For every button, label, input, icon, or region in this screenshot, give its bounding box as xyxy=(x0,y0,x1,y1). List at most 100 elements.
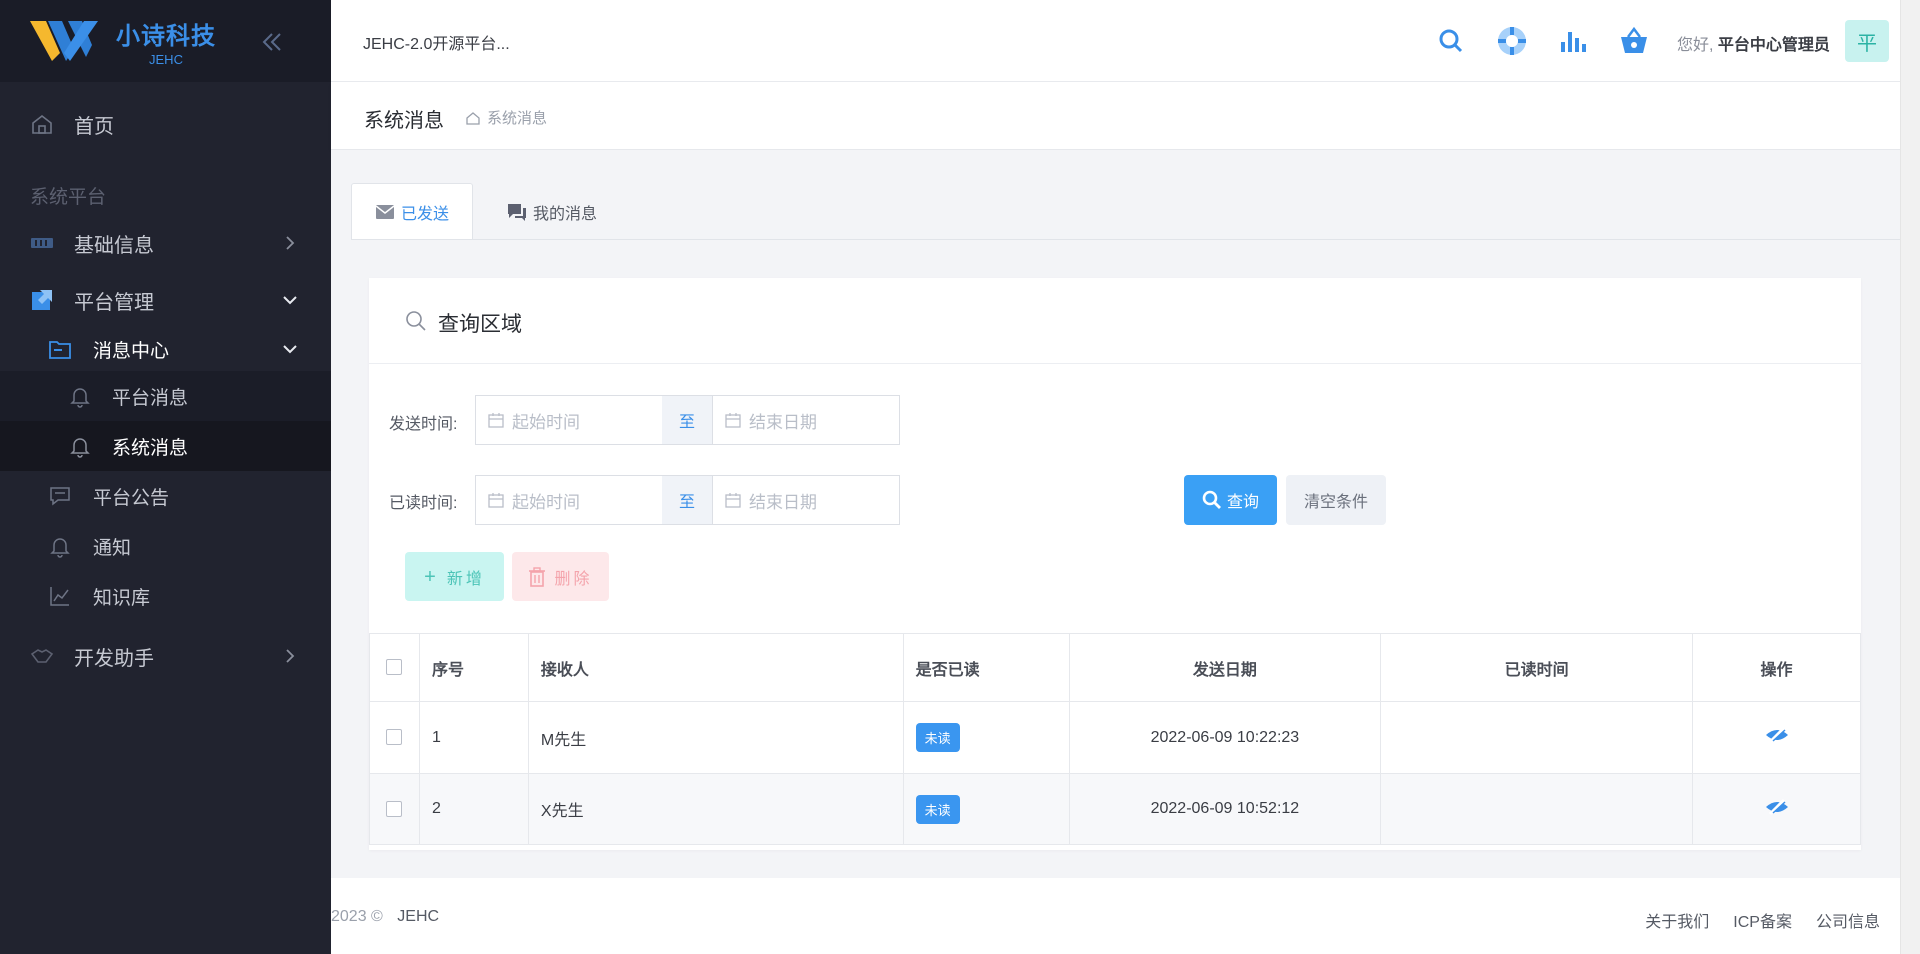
footer-link-about[interactable]: 关于我们 xyxy=(1645,908,1709,932)
external-link-icon xyxy=(32,290,52,310)
sidebar-item-platform-notice[interactable]: 平台公告 xyxy=(0,479,331,513)
brand-logo-icon xyxy=(30,21,98,61)
sidebar-item-basic-info[interactable]: 基础信息 xyxy=(0,225,331,261)
footer-links: 关于我们 ICP备案 公司信息 xyxy=(1645,908,1880,932)
sidebar-section-title: 系统平台 xyxy=(30,187,107,208)
logo-bar: 小诗科技 JEHC xyxy=(0,0,331,82)
tab-sent[interactable]: 已发送 xyxy=(351,183,473,240)
trash-icon xyxy=(529,566,546,587)
copyright: 2023 © JEHC xyxy=(331,908,439,926)
row-status-cell: 未读 xyxy=(902,773,1070,845)
sidebar-item-label: 平台公告 xyxy=(93,487,170,509)
read-end-date-input[interactable]: 结束日期 xyxy=(712,475,900,525)
sidebar-item-knowledge-base[interactable]: 知识库 xyxy=(0,579,331,613)
row-status-cell: 未读 xyxy=(902,701,1070,774)
collapse-sidebar-button[interactable] xyxy=(258,28,286,56)
bell-icon xyxy=(70,438,90,458)
placeholder: 起始时间 xyxy=(512,412,580,432)
add-button-label: 新增 xyxy=(446,570,485,588)
handshake-icon xyxy=(30,649,54,663)
brand-text: 小诗科技 JEHC xyxy=(116,16,216,67)
row-send-date: 2022-06-09 10:22:23 xyxy=(1068,701,1382,774)
avatar[interactable]: 平 xyxy=(1845,20,1889,62)
bell-icon xyxy=(70,388,90,408)
chevron-down-icon xyxy=(283,296,297,305)
greeting-text: 您好, xyxy=(1677,37,1714,54)
chevron-right-icon xyxy=(286,236,295,250)
double-chevron-left-icon xyxy=(262,33,281,51)
main-content: 已发送 我的消息 查询区域 发送时间: 起始时间 至 结束日期 已读时间: 起始… xyxy=(331,150,1900,878)
row-receiver: M先生 xyxy=(527,701,904,774)
status-badge: 未读 xyxy=(915,723,960,752)
calendar-icon xyxy=(488,493,504,508)
sidebar-item-home[interactable]: 首页 xyxy=(0,106,331,142)
help-ring-icon[interactable] xyxy=(1495,24,1529,58)
select-all-checkbox[interactable] xyxy=(386,659,403,676)
column-header-read[interactable]: 是否已读 xyxy=(902,633,1070,702)
grid-bar-icon xyxy=(31,238,53,248)
footer-link-icp[interactable]: ICP备案 xyxy=(1733,908,1792,932)
column-header-no[interactable]: 序号 xyxy=(418,633,529,702)
table-header-row: 序号 接收人 是否已读 发送日期 已读时间 操作 xyxy=(369,633,1861,702)
date-range-separator: 至 xyxy=(662,475,712,525)
table-row: 2 X先生 未读 2022-06-09 10:52:12 xyxy=(369,773,1861,845)
send-start-date-input[interactable]: 起始时间 xyxy=(475,395,663,445)
eye-off-icon[interactable] xyxy=(1764,725,1790,745)
clear-conditions-button[interactable]: 清空条件 xyxy=(1286,475,1386,525)
placeholder: 结束日期 xyxy=(749,492,817,512)
send-end-date-input[interactable]: 结束日期 xyxy=(712,395,900,445)
column-header-send-date[interactable]: 发送日期 xyxy=(1068,633,1382,702)
query-card: 查询区域 发送时间: 起始时间 至 结束日期 已读时间: 起始时间 至 结束日期… xyxy=(369,278,1861,850)
folder-icon xyxy=(49,341,71,359)
sidebar-item-message-center[interactable]: 消息中心 xyxy=(0,331,331,367)
calendar-icon xyxy=(725,413,741,428)
sidebar-item-label: 消息中心 xyxy=(93,340,170,362)
row-no: 2 xyxy=(418,773,529,845)
home-icon[interactable] xyxy=(465,110,481,126)
query-area-title: 查询区域 xyxy=(438,313,522,336)
column-header-actions: 操作 xyxy=(1692,633,1861,702)
row-select-cell xyxy=(369,773,420,845)
sidebar-item-platform-message[interactable]: 平台消息 xyxy=(0,379,331,413)
top-bar: JEHC-2.0开源平台... 您好, 平台中心管理员 平 xyxy=(331,0,1900,82)
calendar-icon xyxy=(488,413,504,428)
row-checkbox[interactable] xyxy=(386,800,403,817)
search-icon xyxy=(1202,490,1221,509)
app-title: JEHC-2.0开源平台... xyxy=(363,36,510,53)
footer-link-company[interactable]: 公司信息 xyxy=(1816,908,1880,932)
column-header-read-time[interactable]: 已读时间 xyxy=(1380,633,1694,702)
row-checkbox[interactable] xyxy=(386,729,403,746)
user-greeting: 您好, 平台中心管理员 xyxy=(1677,31,1830,55)
row-actions-cell xyxy=(1692,701,1861,774)
eye-off-icon[interactable] xyxy=(1764,797,1790,817)
copyright-company[interactable]: JEHC xyxy=(397,908,439,925)
sidebar-item-label: 首页 xyxy=(74,115,114,138)
tab-my-messages[interactable]: 我的消息 xyxy=(491,183,613,240)
row-select-cell xyxy=(369,701,420,774)
placeholder: 起始时间 xyxy=(512,492,580,512)
search-button[interactable]: 查询 xyxy=(1184,475,1277,525)
line-chart-icon xyxy=(50,587,69,606)
read-time-label: 已读时间: xyxy=(389,495,458,512)
copyright-year: 2023 © xyxy=(331,908,383,925)
sidebar-item-dev-assistant[interactable]: 开发助手 xyxy=(0,638,331,674)
row-no: 1 xyxy=(418,701,529,774)
bar-chart-icon[interactable] xyxy=(1556,24,1590,58)
basket-icon[interactable] xyxy=(1617,24,1651,58)
sidebar-item-system-message[interactable]: 系统消息 xyxy=(0,429,331,463)
read-start-date-input[interactable]: 起始时间 xyxy=(475,475,663,525)
sidebar-item-notify[interactable]: 通知 xyxy=(0,529,331,563)
tab-label: 我的消息 xyxy=(532,205,597,223)
chevron-right-icon xyxy=(286,649,295,663)
sidebar-item-platform-management[interactable]: 平台管理 xyxy=(0,282,331,318)
delete-button[interactable]: 删除 xyxy=(512,552,609,601)
add-button[interactable]: + 新增 xyxy=(405,552,504,601)
chat-icon xyxy=(507,203,526,221)
placeholder: 结束日期 xyxy=(749,412,817,432)
column-header-receiver[interactable]: 接收人 xyxy=(527,633,904,702)
user-name[interactable]: 平台中心管理员 xyxy=(1718,37,1830,54)
window-scrollbar[interactable] xyxy=(1900,0,1920,954)
search-icon[interactable] xyxy=(1434,24,1468,58)
sidebar-item-label: 通知 xyxy=(93,537,132,559)
sidebar: 小诗科技 JEHC 首页 系统平台 基础信息 平台管理 消息中心 平台消息 系统… xyxy=(0,0,331,954)
